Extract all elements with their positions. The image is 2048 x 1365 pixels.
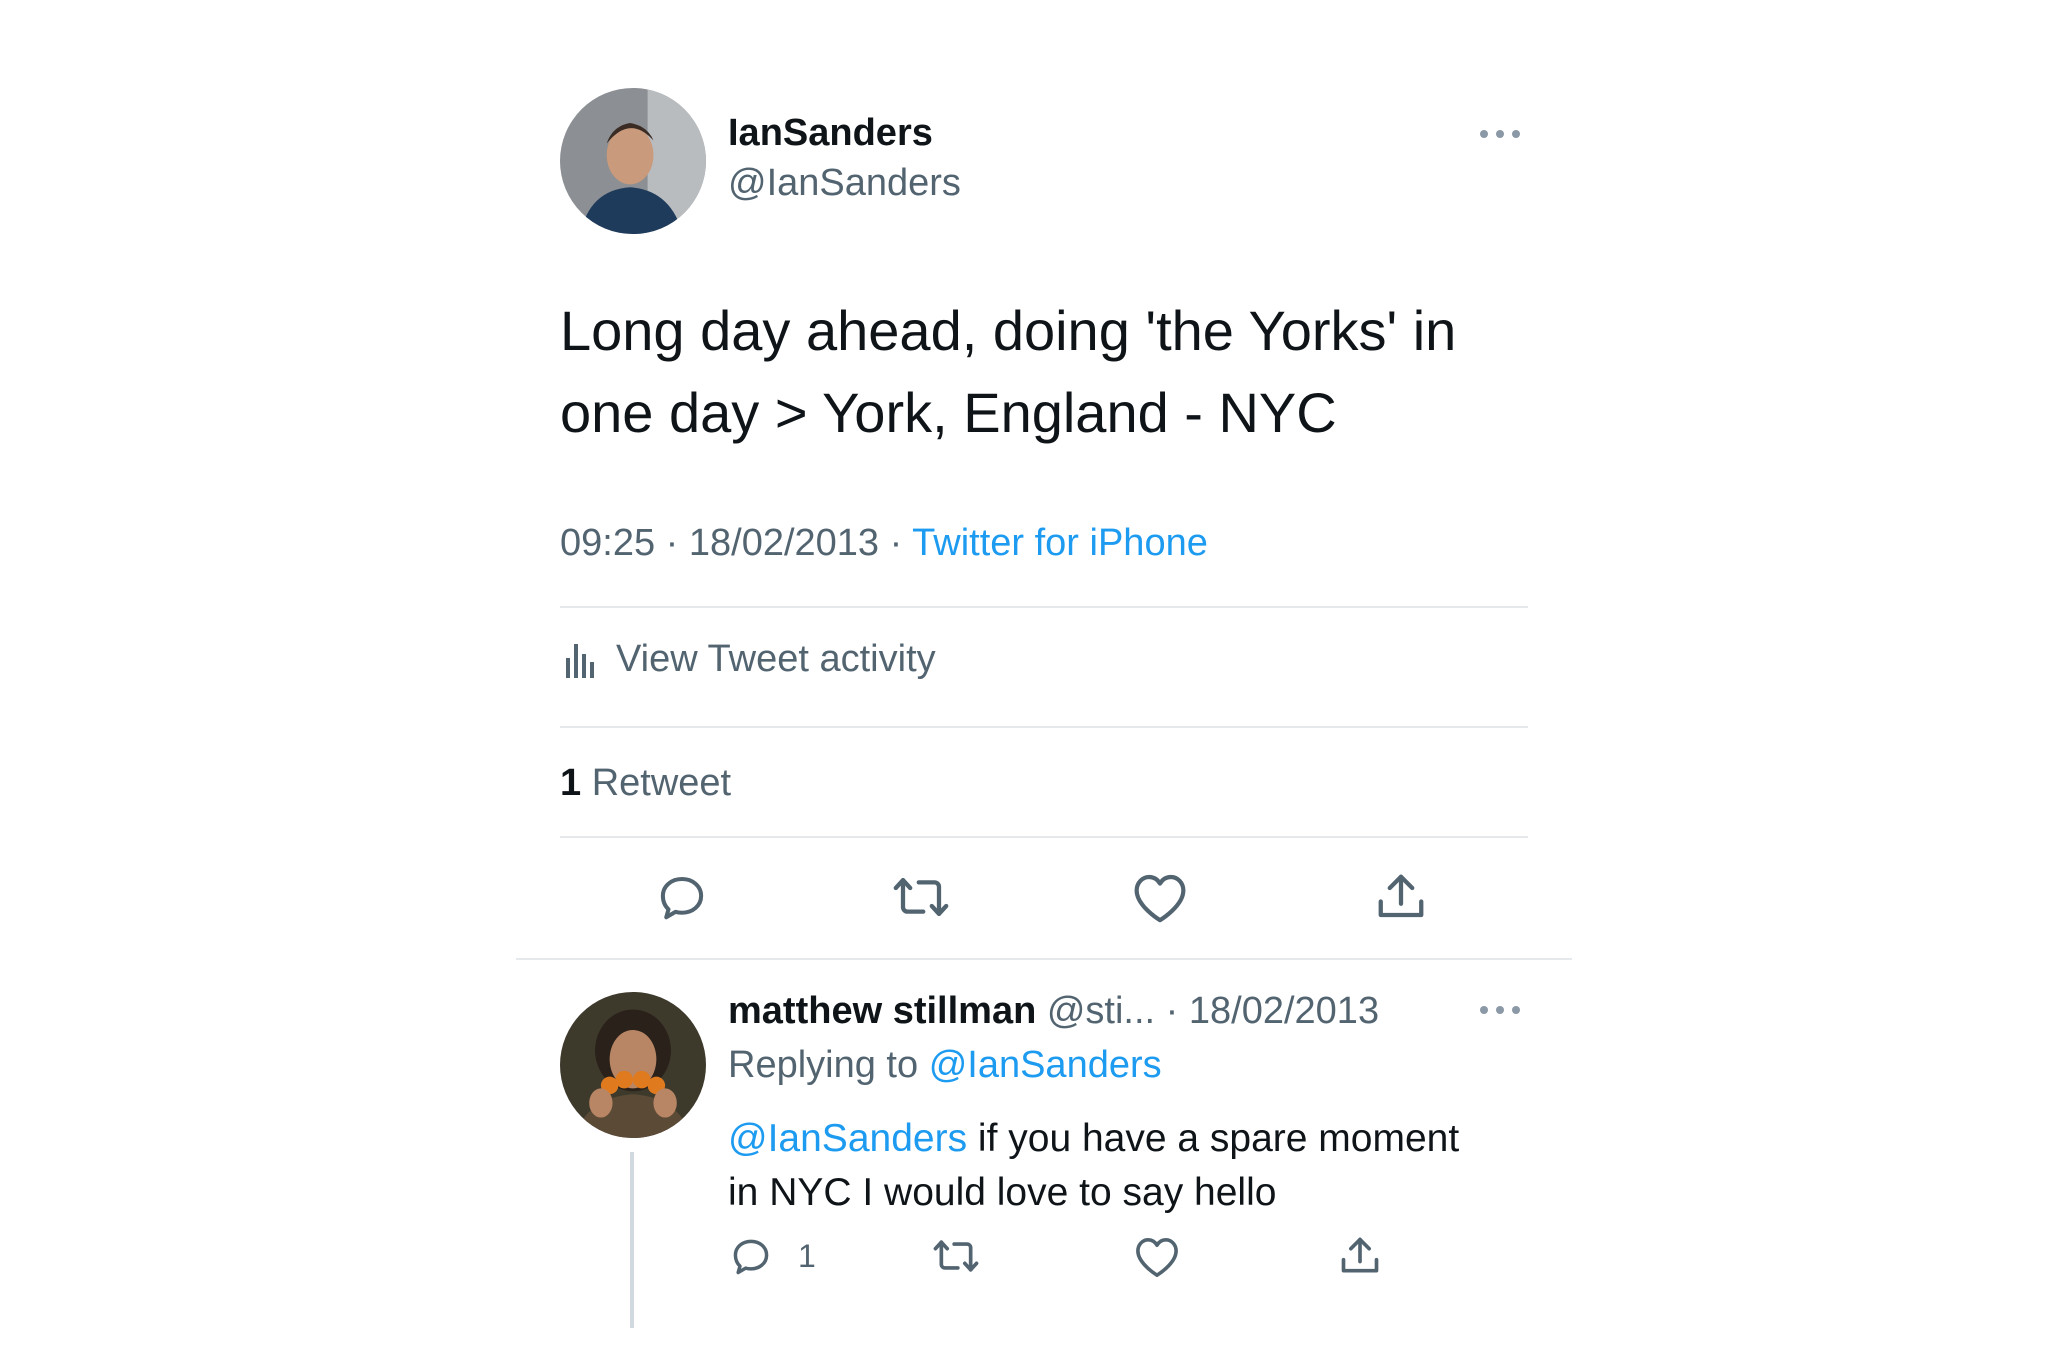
divider: [560, 726, 1528, 728]
avatar-image: [560, 88, 706, 234]
retweet-count: 1: [560, 762, 582, 804]
reply-retweet-button[interactable]: [930, 1234, 982, 1278]
retweet-icon: [893, 877, 949, 917]
reply-count: 1: [798, 1237, 816, 1274]
divider: [516, 958, 1572, 960]
divider: [560, 606, 1528, 608]
reply-header: matthew stillman @sti... · 18/02/2013: [728, 990, 1379, 1033]
reply-text: @IanSanders if you have a spare moment i…: [728, 1112, 1459, 1220]
tweet-more-icon[interactable]: [1478, 128, 1522, 140]
share-button[interactable]: [1374, 870, 1428, 924]
reply-author-handle[interactable]: @sti...: [1047, 990, 1155, 1032]
tweet-avatar[interactable]: [560, 88, 706, 234]
view-activity-label: View Tweet activity: [616, 638, 936, 680]
view-activity-row[interactable]: View Tweet activity: [564, 638, 936, 681]
replying-to: Replying to @IanSanders: [728, 1044, 1162, 1087]
retweet-icon: [933, 1240, 979, 1272]
reply-button[interactable]: [654, 870, 710, 924]
reply-text-line1: if you have a spare moment: [967, 1117, 1460, 1160]
reply-more-icon[interactable]: [1478, 1004, 1522, 1016]
tweet-author-name[interactable]: IanSanders: [728, 112, 933, 155]
like-icon: [1136, 1238, 1178, 1277]
tweet-meta: 09:25 · 18/02/2013 · Twitter for iPhone: [560, 522, 1208, 565]
reply-icon: [660, 876, 704, 920]
tweet-time[interactable]: 09:25: [560, 522, 655, 564]
replying-to-link[interactable]: @IanSanders: [929, 1044, 1162, 1086]
separator-dot: ·: [889, 522, 903, 564]
like-button[interactable]: [1132, 872, 1188, 924]
separator-dot: ·: [665, 522, 679, 564]
reply-date[interactable]: 18/02/2013: [1189, 990, 1379, 1032]
reply-mention-link[interactable]: @IanSanders: [728, 1117, 967, 1160]
retweet-button[interactable]: [890, 870, 952, 924]
analytics-icon: [564, 640, 598, 680]
tweet-date[interactable]: 18/02/2013: [689, 522, 879, 564]
retweet-stats[interactable]: 1 Retweet: [560, 762, 731, 805]
reply-icon: [733, 1239, 769, 1275]
reply-reply-button[interactable]: 1: [728, 1234, 816, 1278]
tweet-author-handle[interactable]: @IanSanders: [728, 162, 961, 205]
like-icon: [1134, 874, 1186, 923]
separator-dot: ·: [1165, 990, 1179, 1032]
share-icon: [1378, 874, 1424, 918]
reply-avatar[interactable]: [560, 992, 706, 1138]
retweet-stats-label: Retweet: [591, 762, 732, 804]
thread-line: [630, 1152, 634, 1328]
replying-to-prefix: Replying to: [728, 1044, 919, 1086]
reply-author-name[interactable]: matthew stillman: [728, 990, 1036, 1032]
reply-text-line2: in NYC I would love to say hello: [728, 1171, 1277, 1214]
tweet-source-link[interactable]: Twitter for iPhone: [912, 522, 1208, 564]
reply-like-button[interactable]: [1134, 1236, 1180, 1278]
reply-share-button[interactable]: [1338, 1234, 1382, 1278]
tweet-text: Long day ahead, doing 'the Yorks' in one…: [560, 299, 1457, 444]
divider: [560, 836, 1528, 838]
share-icon: [1341, 1237, 1379, 1273]
avatar-image: [560, 992, 706, 1138]
